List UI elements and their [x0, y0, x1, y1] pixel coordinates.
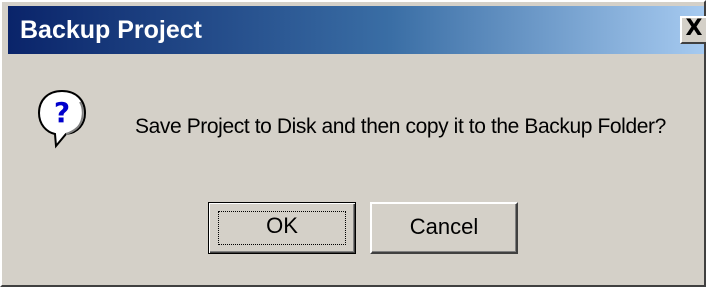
backup-project-dialog: Backup Project X ? Save Project to Disk …	[0, 0, 706, 287]
cancel-button-label: Cancel	[409, 214, 479, 239]
dialog-message: Save Project to Disk and then copy it to…	[135, 115, 666, 138]
ok-button[interactable]: OK	[208, 202, 356, 254]
svg-text:?: ?	[54, 96, 70, 129]
cancel-button[interactable]: Cancel	[370, 202, 518, 254]
title-bar[interactable]: Backup Project X	[8, 6, 706, 54]
ok-button-label: OK	[266, 213, 298, 238]
question-icon: ?	[36, 88, 88, 150]
close-button[interactable]: X	[680, 16, 706, 44]
dialog-title: Backup Project	[20, 16, 203, 44]
